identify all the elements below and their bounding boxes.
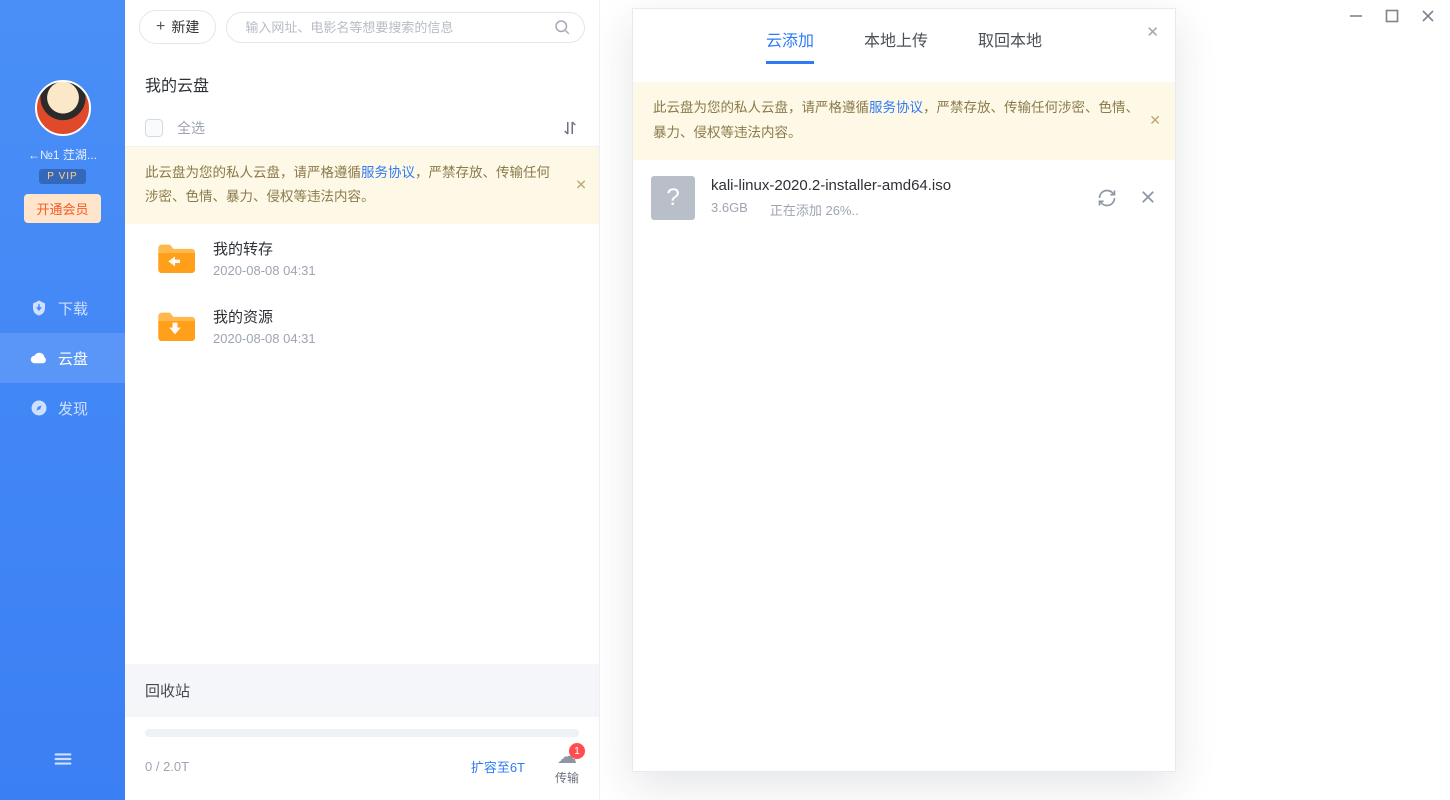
tos-link[interactable]: 服务协议	[361, 165, 415, 180]
sidebar: ←№1 茳湖... P VIP 开通会员 下载 云盘 发现	[0, 0, 125, 800]
tab-local-upload[interactable]: 本地上传	[864, 27, 928, 64]
maximize-icon[interactable]	[1384, 8, 1400, 24]
folder-row[interactable]: 我的资源 2020-08-08 04:31	[125, 292, 599, 360]
download-icon	[30, 299, 48, 317]
avatar[interactable]	[35, 80, 91, 136]
upload-filename: kali-linux-2020.2-installer-amd64.iso	[711, 177, 1081, 194]
close-icon[interactable]: ✕	[575, 173, 587, 198]
select-all-row: 全选	[125, 110, 599, 147]
sort-icon[interactable]	[561, 119, 579, 137]
tos-link[interactable]: 服务协议	[869, 100, 923, 115]
notice-banner: 此云盘为您的私人云盘，请严格遵循服务协议，严禁存放、传输任何涉密、色情、暴力、侵…	[633, 82, 1175, 160]
cloud-icon	[30, 349, 48, 367]
recycle-bin[interactable]: 回收站	[125, 664, 599, 717]
storage-footer: 0 / 2.0T 扩容至6T ☁ 传输 1	[125, 717, 599, 800]
storage-used: 0 / 2.0T	[145, 759, 189, 774]
folder-row[interactable]: 我的转存 2020-08-08 04:31	[125, 224, 599, 292]
right-region: ✕ 云添加 本地上传 取回本地 此云盘为您的私人云盘，请严格遵循服务协议，严禁存…	[600, 0, 1450, 800]
expand-storage-link[interactable]: 扩容至6T	[471, 757, 525, 776]
sidebar-item-discover[interactable]: 发现	[0, 383, 125, 433]
cancel-icon[interactable]	[1139, 188, 1157, 208]
select-all-checkbox[interactable]	[145, 119, 163, 137]
sidebar-nav: 下载 云盘 发现	[0, 283, 125, 433]
tab-cloud-add[interactable]: 云添加	[766, 27, 814, 64]
new-button-label: 新建	[171, 17, 199, 37]
storage-bar	[145, 729, 579, 737]
upload-dialog: ✕ 云添加 本地上传 取回本地 此云盘为您的私人云盘，请严格遵循服务协议，严禁存…	[632, 8, 1176, 772]
transfer-badge: 1	[569, 743, 585, 759]
close-icon[interactable]: ✕	[1149, 108, 1161, 134]
dialog-tabs: 云添加 本地上传 取回本地	[633, 9, 1175, 82]
search-icon[interactable]	[553, 18, 571, 36]
select-all-label[interactable]: 全选	[177, 118, 205, 138]
transfer-label: 传输	[555, 769, 579, 786]
folder-icon	[155, 241, 195, 275]
tab-retrieve-local[interactable]: 取回本地	[978, 27, 1042, 64]
file-time: 2020-08-08 04:31	[213, 263, 316, 278]
file-list: 我的转存 2020-08-08 04:31 我的资源 2020-08-08 04…	[125, 224, 599, 664]
upload-item: ? kali-linux-2020.2-installer-amd64.iso …	[633, 160, 1175, 236]
new-button[interactable]: + 新建	[139, 10, 216, 44]
plus-icon: +	[156, 19, 165, 35]
search-input[interactable]	[226, 12, 585, 43]
topbar: + 新建	[125, 0, 599, 54]
sidebar-item-cloud[interactable]: 云盘	[0, 333, 125, 383]
upload-status: 正在添加 26%..	[770, 200, 859, 219]
sidebar-item-label: 下载	[58, 298, 88, 319]
folder-icon	[155, 309, 195, 343]
upload-size: 3.6GB	[711, 200, 748, 219]
close-icon[interactable]	[1420, 8, 1436, 24]
open-vip-button[interactable]: 开通会员	[24, 194, 100, 223]
transfer-button[interactable]: ☁ 传输 1	[555, 747, 579, 786]
username[interactable]: ←№1 茳湖...	[22, 146, 103, 163]
compass-icon	[30, 399, 48, 417]
sidebar-item-label: 云盘	[58, 348, 88, 369]
file-name: 我的转存	[213, 238, 316, 259]
minimize-icon[interactable]	[1348, 8, 1364, 24]
banner-text-pre: 此云盘为您的私人云盘，请严格遵循	[145, 165, 361, 180]
sidebar-item-label: 发现	[58, 398, 88, 419]
banner-text-pre: 此云盘为您的私人云盘，请严格遵循	[653, 100, 869, 115]
file-name: 我的资源	[213, 306, 316, 327]
close-icon[interactable]: ✕	[1146, 23, 1159, 41]
file-thumb-icon: ?	[651, 176, 695, 220]
window-controls	[1348, 8, 1436, 24]
menu-icon[interactable]	[52, 748, 74, 770]
page-title: 我的云盘	[125, 54, 599, 110]
sidebar-item-download[interactable]: 下载	[0, 283, 125, 333]
file-time: 2020-08-08 04:31	[213, 331, 316, 346]
notice-banner: 此云盘为您的私人云盘，请严格遵循服务协议，严禁存放、传输任何涉密、色情、暴力、侵…	[125, 147, 599, 224]
refresh-icon[interactable]	[1097, 188, 1117, 208]
main-panel: + 新建 我的云盘 全选 此云盘为您的私人云盘，请严格遵循服务协议，严禁存放、传…	[125, 0, 600, 800]
vip-badge[interactable]: P VIP	[39, 169, 85, 184]
